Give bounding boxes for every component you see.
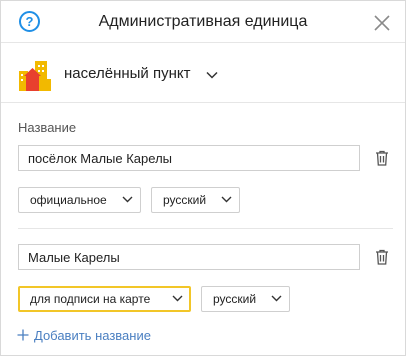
- close-icon[interactable]: [373, 14, 391, 32]
- chevron-down-icon: [206, 71, 218, 79]
- language-label-2: русский: [213, 292, 257, 306]
- language-dropdown-2[interactable]: русский: [201, 286, 290, 312]
- entry-divider: [18, 228, 393, 229]
- name-type-dropdown-2[interactable]: для подписи на карте: [18, 286, 191, 312]
- names-section-label: Название: [18, 120, 77, 135]
- panel-header: ? Административная единица: [1, 1, 405, 43]
- plus-icon: [17, 329, 29, 341]
- name-type-dropdown-1[interactable]: официальное: [18, 187, 141, 213]
- panel-title: Административная единица: [98, 13, 308, 30]
- category-selector[interactable]: населённый пункт: [1, 44, 405, 103]
- category-label: населённый пункт: [64, 65, 191, 82]
- add-name-label: Добавить название: [34, 328, 151, 343]
- chevron-down-icon: [122, 196, 133, 203]
- trash-icon[interactable]: [375, 150, 389, 166]
- language-dropdown-1[interactable]: русский: [151, 187, 240, 213]
- chevron-down-icon: [271, 295, 282, 302]
- chevron-down-icon: [172, 295, 183, 302]
- add-name-link[interactable]: Добавить название: [17, 328, 151, 343]
- name-input-2[interactable]: [18, 244, 360, 270]
- trash-icon[interactable]: [375, 249, 389, 265]
- admin-unit-panel: ? Административная единица населённый пу…: [0, 0, 406, 356]
- name-type-label-1: официальное: [30, 193, 107, 207]
- settlement-icon: [19, 61, 51, 91]
- help-icon[interactable]: ?: [19, 11, 40, 32]
- language-label-1: русский: [163, 193, 207, 207]
- chevron-down-icon: [221, 196, 232, 203]
- name-input-1[interactable]: [18, 145, 360, 171]
- name-type-label-2: для подписи на карте: [30, 292, 151, 306]
